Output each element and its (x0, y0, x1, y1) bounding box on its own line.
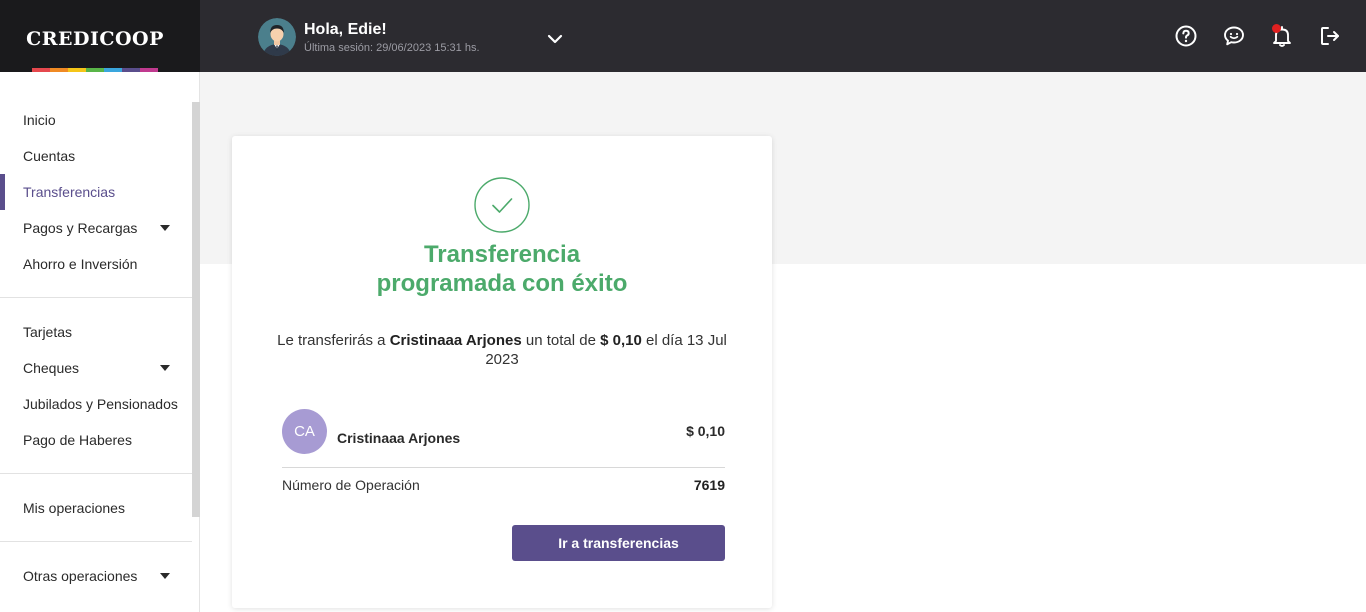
sidebar: Inicio Cuentas Transferencias Pagos y Re… (0, 72, 200, 612)
recipient-avatar: CA (282, 409, 327, 454)
success-title-line1: Transferencia (423, 241, 581, 268)
sidebar-item-transferencias[interactable]: Transferencias (0, 174, 192, 210)
sidebar-item-label: Transferencias (23, 184, 116, 200)
operation-number-label: Número de Operación (282, 477, 420, 493)
summary-amount: $ 0,10 (600, 332, 642, 349)
brand-name: CREDICOOP (26, 28, 164, 50)
last-session-text: Última sesión: 29/06/2023 15:31 hs. (304, 41, 480, 54)
sidebar-item-mis-operaciones[interactable]: Mis operaciones (0, 490, 192, 526)
header-actions (1150, 24, 1342, 48)
nav-group-other: Otras operaciones (0, 558, 192, 594)
sidebar-item-label: Tarjetas (23, 324, 73, 340)
success-check-icon (474, 177, 530, 233)
success-title-line2: programada con éxito (376, 270, 628, 297)
sidebar-divider (0, 473, 192, 474)
sidebar-item-pagos-recargas[interactable]: Pagos y Recargas (0, 210, 192, 246)
success-title: Transferencia programada con éxito (232, 240, 772, 298)
recipient-row: CA Cristinaaa Arjones $ 0,10 (282, 408, 725, 456)
logout-icon[interactable] (1318, 24, 1342, 48)
user-greeting: Hola, Edie! (304, 20, 387, 38)
chat-icon[interactable] (1222, 24, 1246, 48)
user-info: Hola, Edie! Última sesión: 29/06/2023 15… (304, 20, 480, 55)
sidebar-item-cheques[interactable]: Cheques (0, 350, 192, 386)
caret-down-icon (160, 225, 170, 231)
nav-group-operations: Mis operaciones (0, 490, 192, 526)
sidebar-item-label: Inicio (23, 112, 56, 128)
sidebar-item-label: Ahorro e Inversión (23, 256, 138, 272)
sidebar-divider (0, 297, 192, 298)
sidebar-item-label: Jubilados y Pensionados (23, 396, 178, 412)
bell-icon[interactable] (1270, 24, 1294, 48)
summary-prefix: Le transferirás a (277, 332, 390, 349)
nav-group-products: Tarjetas Cheques Jubilados y Pensionados… (0, 314, 192, 458)
sidebar-item-pago-haberes[interactable]: Pago de Haberes (0, 422, 192, 458)
success-card: Transferencia programada con éxito Le tr… (232, 136, 772, 608)
recipient-name: Cristinaaa Arjones (337, 430, 461, 446)
notification-dot (1272, 24, 1281, 33)
card-divider (282, 467, 725, 468)
sidebar-item-tarjetas[interactable]: Tarjetas (0, 314, 192, 350)
sidebar-item-otras-operaciones[interactable]: Otras operaciones (0, 558, 192, 594)
go-to-transfers-button[interactable]: Ir a transferencias (512, 525, 725, 561)
chevron-down-icon[interactable] (546, 33, 564, 45)
sidebar-item-label: Pago de Haberes (23, 432, 132, 448)
sidebar-item-inicio[interactable]: Inicio (0, 102, 192, 138)
sidebar-item-label: Otras operaciones (23, 568, 138, 584)
user-menu[interactable]: Hola, Edie! Última sesión: 29/06/2023 15… (258, 18, 480, 56)
top-bar: CREDICOOP Hola, Edie! Última sesión: 29/… (0, 0, 1366, 72)
operation-number-value: 7619 (693, 477, 725, 493)
caret-down-icon (160, 573, 170, 579)
sidebar-divider (0, 541, 192, 542)
sidebar-item-ahorro-inversion[interactable]: Ahorro e Inversión (0, 246, 192, 282)
sidebar-item-label: Cuentas (23, 148, 76, 164)
sidebar-item-label: Mis operaciones (23, 500, 125, 516)
summary-middle: un total de (521, 332, 601, 349)
sidebar-item-label: Cheques (23, 360, 80, 376)
brand-logo[interactable]: CREDICOOP (0, 0, 200, 72)
sidebar-item-label: Pagos y Recargas (23, 220, 138, 236)
recipient-amount: $ 0,10 (686, 423, 725, 439)
nav-group-main: Inicio Cuentas Transferencias Pagos y Re… (0, 102, 192, 282)
sidebar-item-cuentas[interactable]: Cuentas (0, 138, 192, 174)
help-icon[interactable] (1174, 24, 1198, 48)
caret-down-icon (160, 365, 170, 371)
transfer-summary: Le transferirás a Cristinaaa Arjones un … (274, 331, 730, 369)
summary-recipient-name: Cristinaaa Arjones (389, 332, 522, 349)
sidebar-item-jubilados[interactable]: Jubilados y Pensionados (0, 386, 192, 422)
sidebar-scrollbar[interactable] (192, 102, 200, 517)
user-avatar (258, 18, 296, 56)
